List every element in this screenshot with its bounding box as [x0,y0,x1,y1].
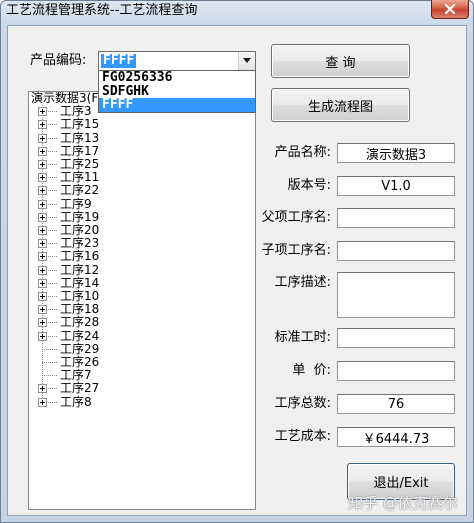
query-button[interactable]: 查 询 [271,44,410,78]
tree-item[interactable]: 工序12 [29,262,255,277]
plus-box-icon[interactable] [38,199,47,209]
tree-connector [42,362,57,363]
unit-price-field[interactable] [337,361,455,381]
tree-item-label: 工序14 [60,275,100,290]
plus-box-icon[interactable] [38,120,47,130]
process-tree-view[interactable]: 演示数据3(F 工序3 工序15 工序13 工序17 工序25 工序11 工序22 工序9 工序… [28,91,256,510]
tree-item[interactable]: 工序8 [29,394,255,409]
tree-item-label: 工序22 [60,183,100,198]
tree-item-label: 工序13 [60,130,100,145]
plus-box-icon[interactable] [38,397,47,407]
product-code-combobox[interactable]: FFFF [98,51,256,71]
app-window: 工艺流程管理系统--工艺流程查询 产品编码: FFFF FG0256336 SD… [0,0,474,523]
process-cost-field[interactable] [337,427,455,447]
plus-box-icon[interactable] [38,265,47,275]
tree-item[interactable]: 工序24 [29,328,255,343]
chevron-down-icon [243,58,251,63]
tree-item-label: 工序27 [60,381,100,396]
tree-item-label: 工序9 [60,196,92,211]
plus-box-icon[interactable] [38,160,47,169]
plus-box-icon[interactable] [38,278,47,288]
plus-box-icon[interactable] [38,212,47,222]
process-description-field[interactable] [337,272,455,318]
close-icon [444,4,456,14]
tree-item-label: 工序12 [60,262,100,277]
plus-box-icon[interactable] [38,107,47,117]
window-title: 工艺流程管理系统--工艺流程查询 [6,3,198,18]
close-button[interactable] [431,0,469,19]
tree-item[interactable]: 工序9 [29,196,255,211]
tree-item-label: 工序19 [60,209,100,224]
plus-box-icon[interactable] [38,239,47,249]
plus-box-icon[interactable] [38,292,47,301]
tree-item[interactable]: 工序19 [29,209,255,224]
combobox-dropdown-button[interactable] [238,52,255,70]
plus-box-icon[interactable] [38,133,47,143]
tree-item[interactable]: 工序29 [29,341,255,356]
product-code-dropdown-list: FG0256336 SDFGHK FFFF [98,70,256,113]
dropdown-option[interactable]: FG0256336 [99,71,255,85]
tree-item-label: 工序24 [60,328,100,343]
plus-box-icon[interactable] [38,226,47,235]
plus-box-icon[interactable] [38,173,47,183]
tree-item[interactable]: 工序27 [29,382,255,395]
product-name-field[interactable] [337,143,455,163]
tree-item[interactable]: 工序13 [29,130,255,145]
product-code-selected-value: FFFF [101,53,137,68]
tree-item[interactable]: 工序14 [29,275,255,290]
tree-connector [42,348,57,350]
tree-item-label: 工序15 [60,117,100,132]
tree-item[interactable]: 工序17 [29,143,255,158]
generate-flowchart-button[interactable]: 生成流程图 [271,88,410,122]
tree-item-label: 工序28 [60,315,100,330]
dropdown-option[interactable]: SDFGHK [99,84,255,99]
tree-item-label: 工序16 [60,249,100,264]
plus-box-icon[interactable] [38,318,47,328]
parent-process-field[interactable] [337,208,455,228]
version-field[interactable] [337,176,455,196]
tree-item[interactable]: 工序16 [29,250,255,263]
plus-box-icon[interactable] [38,186,47,196]
product-code-label: 产品编码: [30,53,87,68]
tree-item-label: 工序17 [60,143,100,158]
process-count-field[interactable] [337,394,455,414]
tree-item-label: 工序8 [60,394,92,409]
tree-connector [42,375,57,377]
tree-item[interactable]: 工序22 [29,184,255,197]
tree-item[interactable]: 工序15 [29,118,255,131]
plus-box-icon[interactable] [38,146,47,156]
watermark: 知乎 @依克赛尔 [348,494,458,512]
dropdown-option[interactable]: FFFF [99,98,255,112]
tree-item[interactable]: 工序28 [29,316,255,329]
plus-box-icon[interactable] [38,331,47,341]
plus-box-icon[interactable] [38,384,47,394]
plus-box-icon[interactable] [38,252,47,262]
tree-item-label: 工序29 [60,341,100,356]
standard-hours-field[interactable] [337,328,455,348]
child-process-field[interactable] [337,241,455,261]
plus-box-icon[interactable] [38,305,47,315]
